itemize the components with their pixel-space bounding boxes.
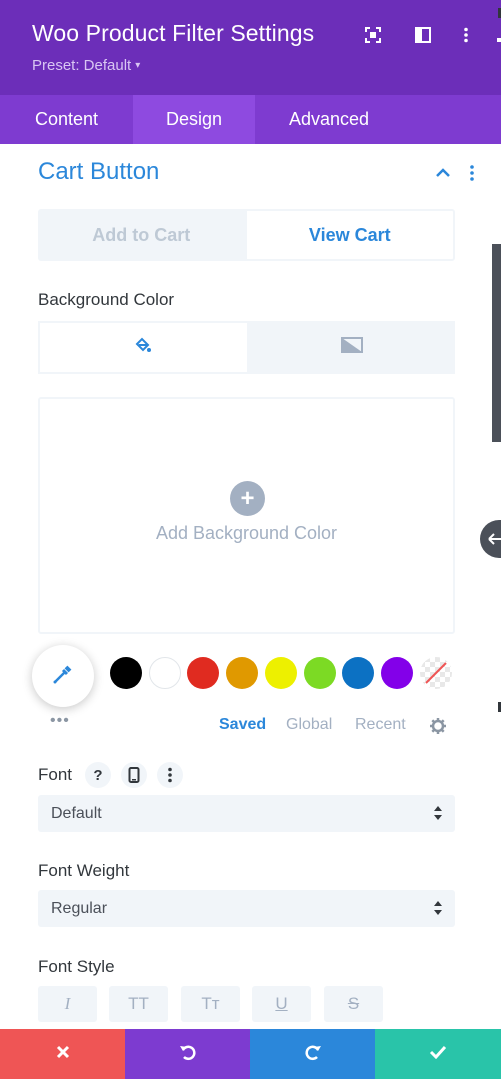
tab-content[interactable]: Content — [0, 95, 133, 144]
save-button[interactable] — [375, 1029, 501, 1079]
gradient-icon — [340, 337, 363, 358]
gear-icon[interactable] — [429, 717, 447, 735]
add-to-cart-option[interactable]: Add to Cart — [38, 209, 245, 261]
palette-tab-saved[interactable]: Saved — [219, 716, 266, 734]
strikethrough-button[interactable]: S — [324, 986, 383, 1022]
help-symbol: ? — [93, 766, 103, 784]
paint-bucket-icon — [134, 336, 152, 359]
uppercase-button[interactable]: TT — [109, 986, 168, 1022]
arrow-left-icon — [487, 529, 501, 554]
add-icon[interactable]: + — [230, 481, 265, 516]
fullscreen-icon[interactable] — [362, 24, 384, 46]
swatch-blue[interactable] — [342, 657, 374, 689]
undo-icon — [178, 1042, 198, 1067]
view-cart-option[interactable]: View Cart — [244, 209, 455, 261]
font-select-value: Default — [51, 804, 102, 822]
gradient-background-tab[interactable] — [248, 321, 455, 374]
header-edge-marker — [497, 38, 501, 42]
split-view-icon[interactable] — [412, 24, 434, 46]
section-title[interactable]: Cart Button — [38, 158, 159, 186]
color-background-tab[interactable] — [38, 321, 249, 374]
cart-button-toggle: Add to Cart View Cart — [38, 209, 455, 261]
tab-design[interactable]: Design — [133, 95, 255, 144]
font-weight-select[interactable]: Regular — [38, 890, 455, 927]
underline-button[interactable]: U — [252, 986, 311, 1022]
swatch-white[interactable] — [149, 657, 181, 689]
cancel-button[interactable] — [0, 1029, 125, 1079]
responsive-icon[interactable] — [121, 762, 147, 788]
chevron-up-icon[interactable] — [433, 163, 453, 183]
more-options-icon[interactable] — [455, 24, 477, 46]
select-arrows-icon — [433, 804, 443, 822]
more-colors-icon[interactable]: ••• — [50, 712, 70, 730]
eyedropper-icon — [51, 662, 75, 691]
preset-caret-icon: ▾ — [135, 60, 141, 71]
settings-header: Woo Product Filter Settings Preset: Defa… — [0, 0, 501, 95]
font-select[interactable]: Default — [38, 795, 455, 832]
swatch-green[interactable] — [304, 657, 336, 689]
modal-title: Woo Product Filter Settings — [32, 20, 315, 46]
font-style-label: Font Style — [38, 957, 115, 976]
swatch-yellow[interactable] — [265, 657, 297, 689]
preset-dropdown[interactable]: Preset: Default ▾ — [32, 57, 140, 74]
font-options-icon[interactable] — [157, 762, 183, 788]
swatch-transparent[interactable] — [420, 657, 452, 689]
settings-tabs: Content Design Advanced — [0, 95, 501, 144]
palette-tab-global[interactable]: Global — [286, 716, 332, 734]
background-type-toggle — [38, 321, 455, 374]
swatch-purple[interactable] — [381, 657, 413, 689]
help-icon[interactable]: ? — [85, 762, 111, 788]
add-background-color-label: Add Background Color — [155, 523, 338, 543]
select-arrows-icon — [433, 899, 443, 917]
tab-advanced[interactable]: Advanced — [255, 95, 403, 144]
scrollbar[interactable] — [492, 244, 501, 442]
background-color-label: Background Color — [38, 290, 175, 309]
italic-button[interactable]: I — [38, 986, 97, 1022]
eyedropper-button[interactable] — [32, 645, 94, 707]
swatch-red[interactable] — [187, 657, 219, 689]
swatch-black[interactable] — [110, 657, 142, 689]
preset-label: Preset: Default — [32, 57, 132, 74]
resize-handle[interactable] — [480, 520, 501, 558]
swatch-orange[interactable] — [226, 657, 258, 689]
add-background-color-area[interactable]: + Add Background Color — [38, 397, 455, 634]
section-menu-icon[interactable] — [466, 164, 478, 182]
font-label: Font — [38, 765, 73, 784]
font-weight-value: Regular — [51, 899, 108, 917]
font-weight-label: Font Weight — [38, 861, 130, 880]
palette-tab-recent[interactable]: Recent — [355, 716, 406, 734]
capitalize-button[interactable]: Tт — [181, 986, 240, 1022]
check-icon — [429, 1045, 447, 1064]
close-icon — [55, 1044, 71, 1065]
redo-button[interactable] — [250, 1029, 375, 1079]
redo-icon — [303, 1042, 323, 1067]
undo-button[interactable] — [125, 1029, 250, 1079]
action-footer — [0, 1029, 501, 1079]
plus-symbol: + — [240, 484, 255, 512]
